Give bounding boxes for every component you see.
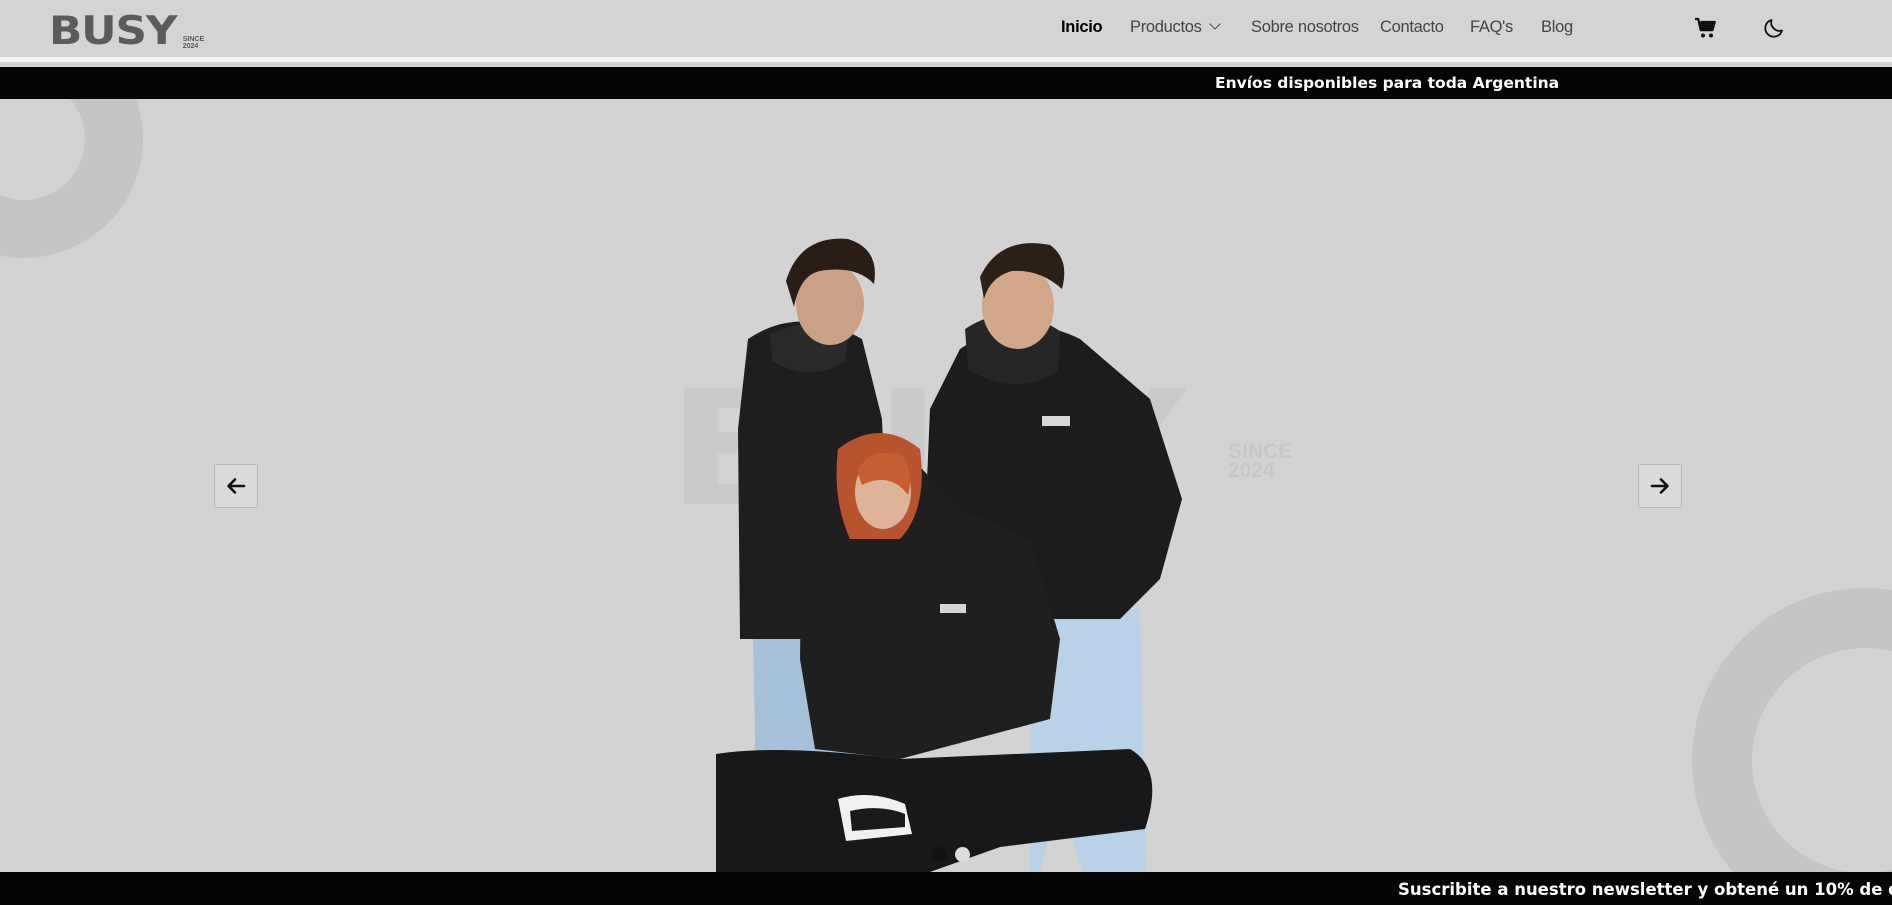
- hero-carousel: BUSY SINCE 2024: [0, 99, 1892, 872]
- cart-icon[interactable]: [1694, 16, 1718, 40]
- announcement-bar: Envíos disponibles para toda Argentina: [0, 67, 1892, 99]
- chevron-down-icon: [1208, 18, 1221, 30]
- carousel-prev-button[interactable]: [214, 464, 258, 508]
- announcement-text: Envíos disponibles para toda Argentina: [1215, 74, 1560, 92]
- nav-sobre-nosotros[interactable]: Sobre nosotros: [1251, 18, 1359, 37]
- nav-productos-label: Productos: [1130, 18, 1202, 36]
- newsletter-bar: Suscribite a nuestro newsletter y obtené…: [0, 872, 1892, 905]
- logo-since: SINCE 2024: [182, 36, 205, 50]
- nav-contacto[interactable]: Contacto: [1380, 18, 1444, 37]
- newsletter-text: Suscribite a nuestro newsletter y obtené…: [1398, 880, 1892, 899]
- carousel-indicators: [932, 847, 970, 862]
- nav-productos[interactable]: Productos: [1130, 18, 1221, 37]
- logo-wordmark: BUSY: [49, 9, 177, 54]
- site-header: BUSY SINCE 2024 Inicio Productos Sobre n…: [0, 0, 1892, 62]
- nav-faqs[interactable]: FAQ's: [1470, 18, 1513, 37]
- carousel-dot[interactable]: [932, 847, 947, 862]
- moon-icon[interactable]: [1762, 16, 1786, 40]
- carousel-dot[interactable]: [955, 847, 970, 862]
- hero-photo: [716, 238, 1182, 872]
- carousel-next-button[interactable]: [1638, 464, 1682, 508]
- arrow-right-icon: [1650, 478, 1669, 494]
- nav-inicio[interactable]: Inicio: [1061, 18, 1103, 37]
- nav-blog[interactable]: Blog: [1541, 18, 1573, 37]
- arrow-left-icon: [227, 478, 246, 494]
- brand-logo[interactable]: BUSY SINCE 2024: [49, 12, 204, 51]
